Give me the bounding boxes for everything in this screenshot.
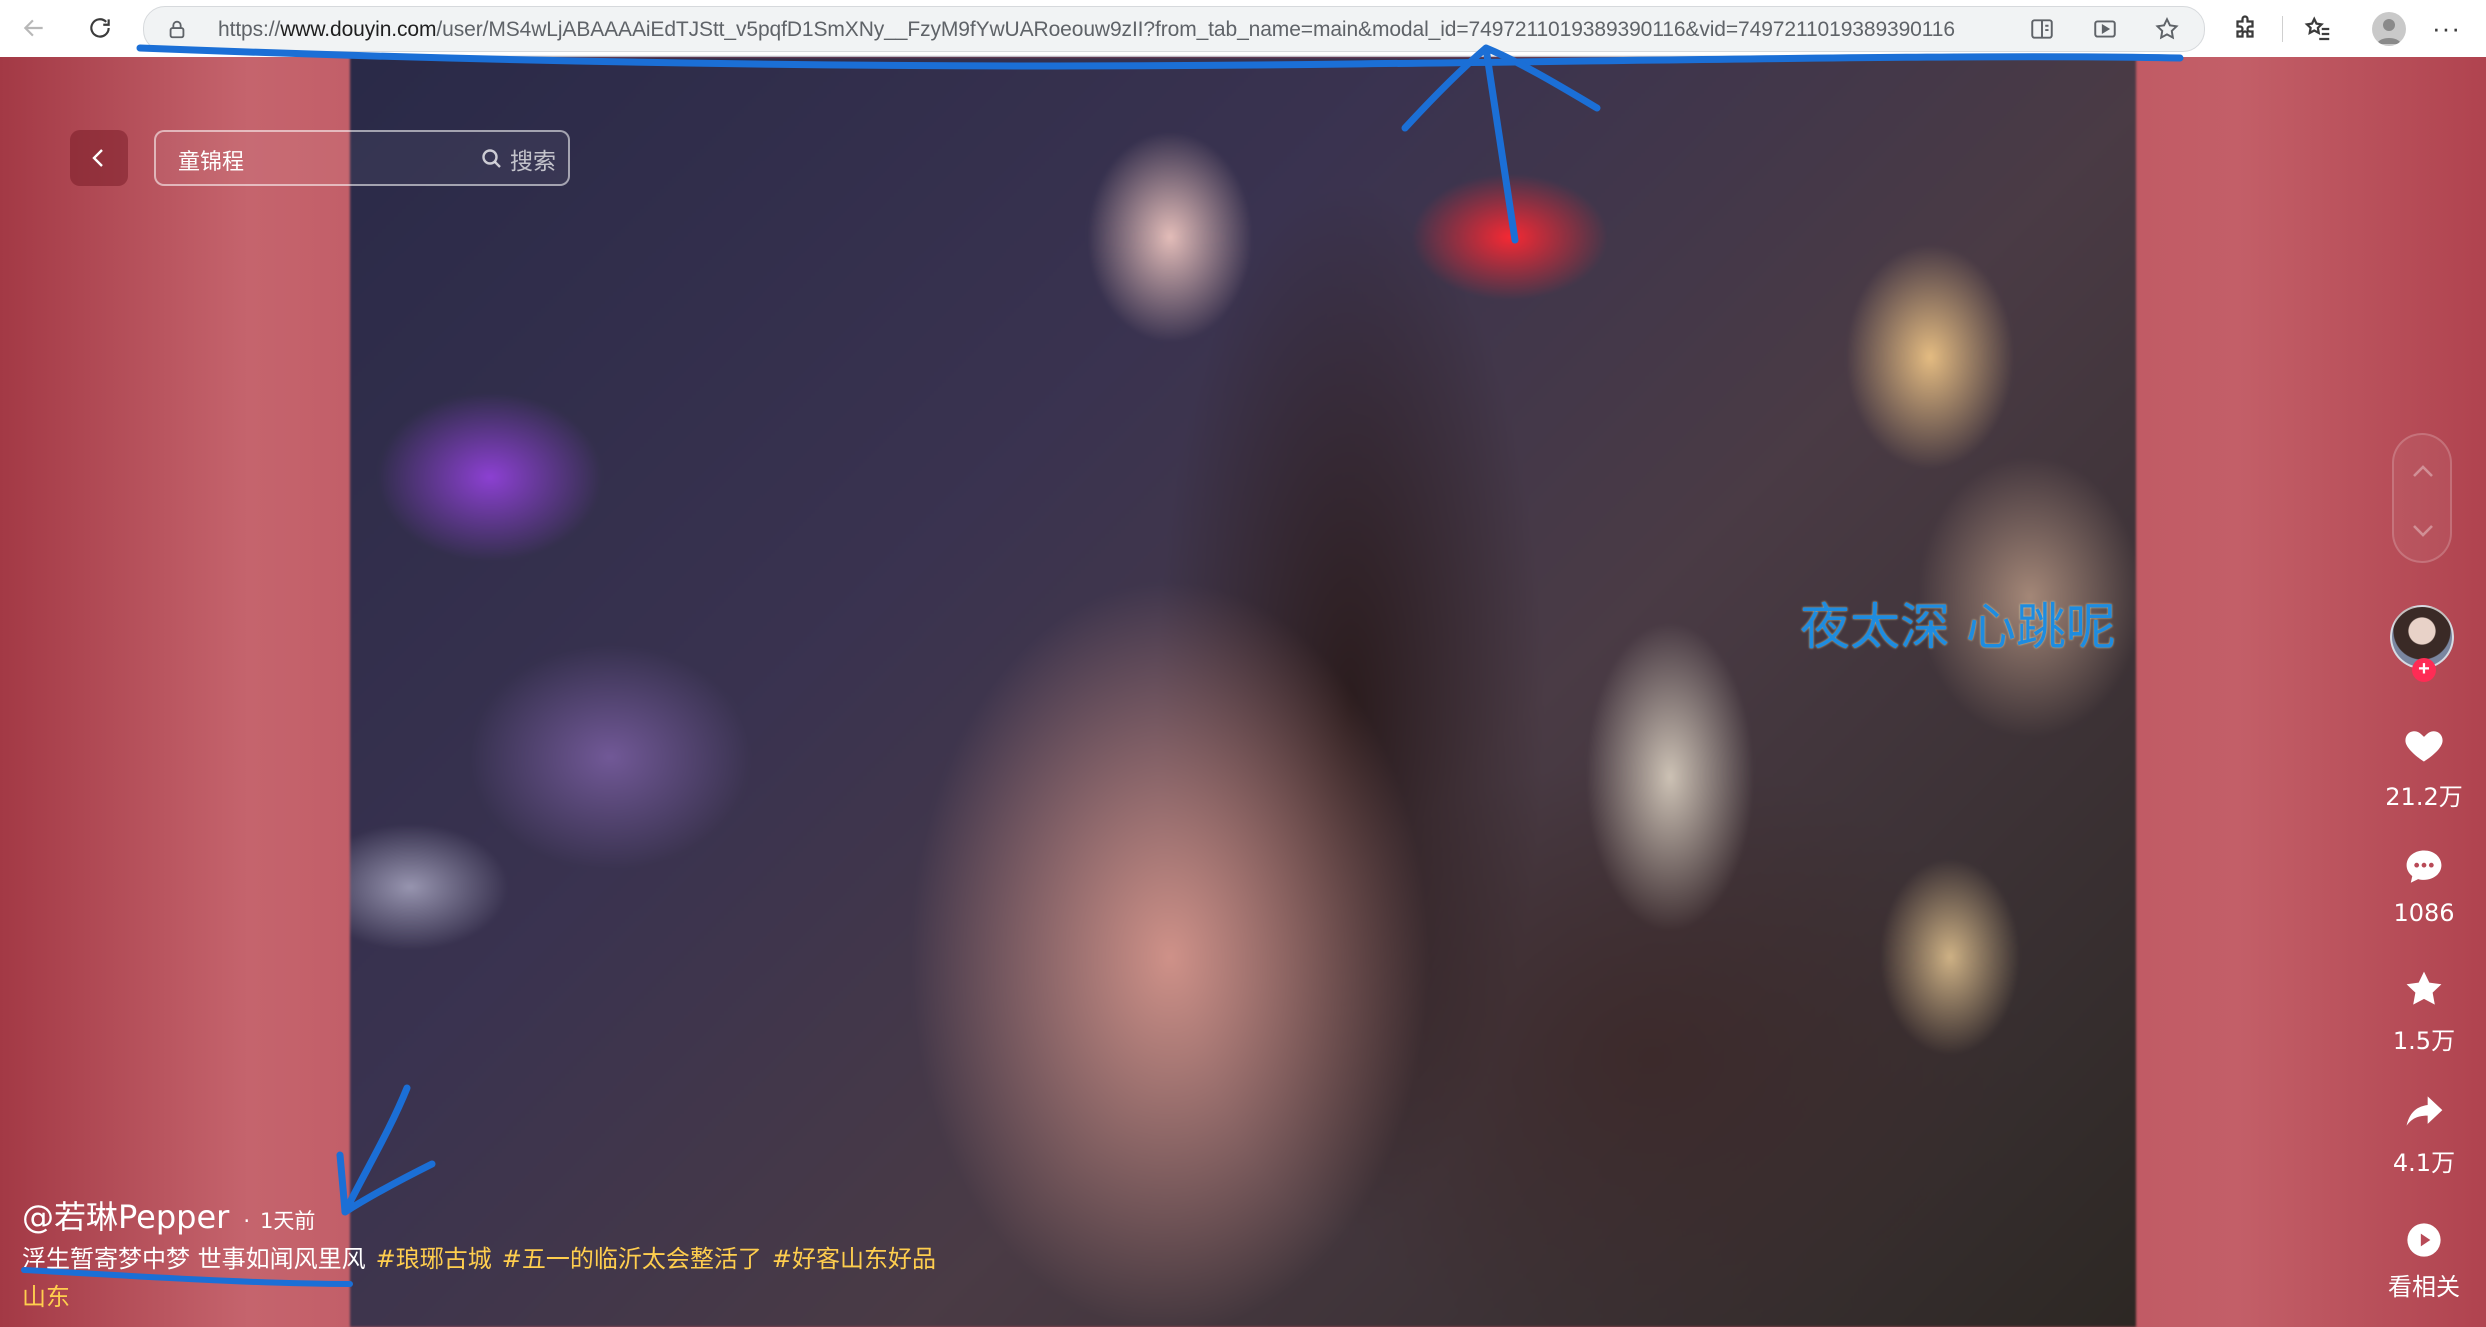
- hashtag-link[interactable]: #五一的临沂太会整活了: [502, 1245, 762, 1273]
- reload-icon[interactable]: [78, 10, 122, 46]
- video-description: 浮生暂寄梦中梦 世事如闻风里风 #琅琊古城 #五一的临沂太会整活了 #好客山东好品山东: [22, 1240, 942, 1316]
- heart-icon: [2405, 731, 2443, 762]
- play-icon: [2407, 1223, 2441, 1257]
- video-player[interactable]: [350, 57, 2136, 1327]
- toolbar-divider: [2282, 16, 2283, 42]
- url-text[interactable]: https://www.douyin.com/user/MS4wLjABAAAA…: [218, 18, 1955, 42]
- related-label: 看相关: [2388, 1273, 2460, 1301]
- read-aloud-icon[interactable]: [2092, 16, 2118, 42]
- comment-icon: [2406, 850, 2442, 883]
- post-time: 1天前: [243, 1205, 315, 1235]
- search-box: 搜索: [154, 130, 570, 186]
- share-count: 4.1万: [2392, 1149, 2456, 1177]
- address-bar[interactable]: https://www.douyin.com/user/MS4wLjABAAAA…: [143, 6, 2205, 52]
- chevron-down-icon[interactable]: [2410, 521, 2436, 541]
- page: 夜太深 心跳呢 搜索 + 21.2万 1086 1.5万 4.1万 看相关 @若: [0, 57, 2486, 1327]
- extensions-icon[interactable]: [2230, 14, 2260, 44]
- favorite-button[interactable]: 1.5万: [2372, 967, 2476, 1056]
- author-name[interactable]: @若琳Pepper: [22, 1192, 229, 1238]
- comment-button[interactable]: 1086: [2372, 845, 2476, 927]
- chevron-left-icon: [92, 149, 103, 167]
- hashtag-link[interactable]: #琅琊古城: [376, 1245, 492, 1273]
- back-arrow-icon[interactable]: [12, 10, 56, 46]
- author-line: @若琳Pepper 1天前: [22, 1192, 315, 1238]
- search-button[interactable]: 搜索: [480, 142, 556, 176]
- profile-avatar[interactable]: [2372, 12, 2406, 46]
- lock-icon[interactable]: [166, 18, 188, 40]
- search-button-label: 搜索: [510, 149, 556, 175]
- video-nav-pill: [2392, 433, 2452, 563]
- back-button[interactable]: [70, 130, 128, 186]
- share-button[interactable]: 4.1万: [2372, 1089, 2476, 1178]
- like-count: 21.2万: [2385, 783, 2463, 811]
- search-icon: [482, 149, 501, 168]
- related-button[interactable]: 看相关: [2372, 1221, 2476, 1302]
- favorite-star-icon[interactable]: [2154, 16, 2180, 42]
- search-input[interactable]: [176, 144, 460, 176]
- description-text: 浮生暂寄梦中梦 世事如闻风里风: [22, 1245, 366, 1273]
- split-screen-icon[interactable]: [2029, 16, 2055, 42]
- chevron-up-icon[interactable]: [2410, 461, 2436, 481]
- comment-count: 1086: [2393, 899, 2455, 927]
- browser-toolbar: https://www.douyin.com/user/MS4wLjABAAAA…: [0, 0, 2486, 58]
- share-icon: [2406, 1096, 2443, 1126]
- video-overlay-caption: 夜太深 心跳呢: [1800, 598, 2116, 656]
- favorites-list-icon[interactable]: [2303, 14, 2333, 44]
- more-menu-icon[interactable]: ···: [2432, 13, 2461, 44]
- like-button[interactable]: 21.2万: [2372, 723, 2476, 812]
- favorite-count: 1.5万: [2392, 1027, 2456, 1055]
- star-icon: [2406, 971, 2442, 1005]
- follow-plus-icon[interactable]: +: [2412, 658, 2436, 682]
